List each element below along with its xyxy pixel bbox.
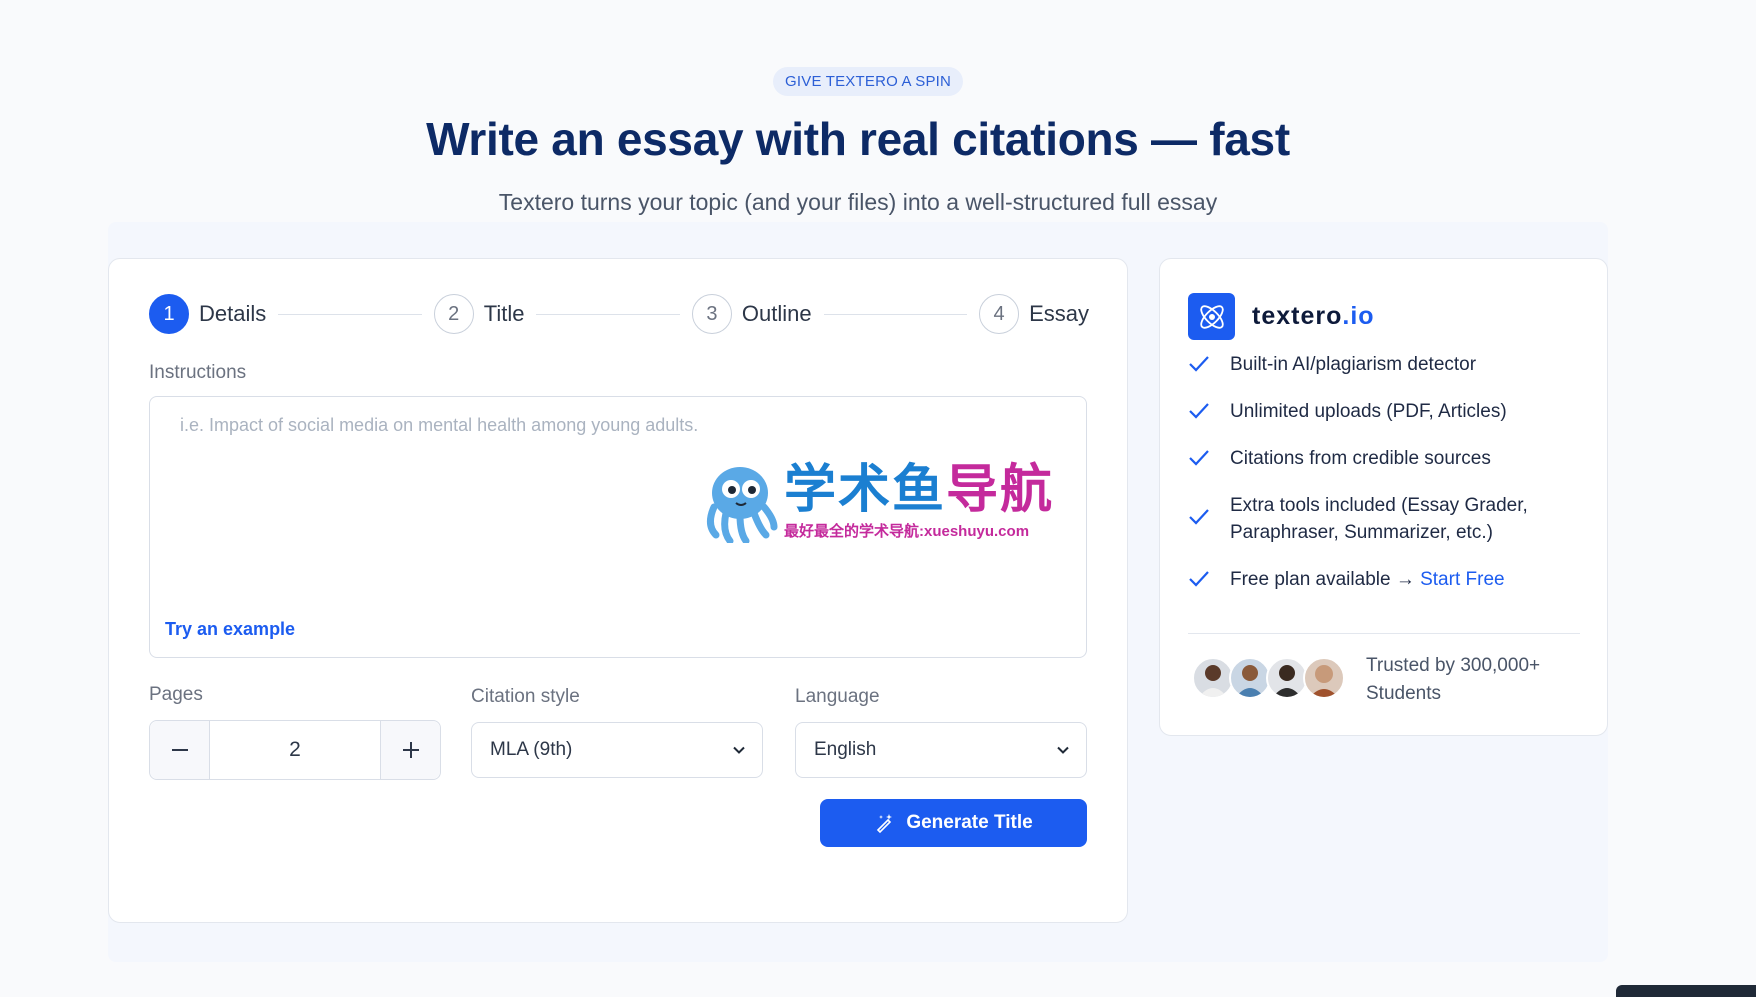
checkmark-icon bbox=[1189, 571, 1209, 587]
avatar bbox=[1229, 657, 1271, 699]
trusted-by-text: Trusted by 300,000+ Students bbox=[1366, 655, 1541, 704]
brand[interactable]: textero.io bbox=[1188, 293, 1375, 340]
checkmark-icon bbox=[1189, 403, 1209, 419]
list-item: Built-in AI/plagiarism detector bbox=[1188, 351, 1583, 378]
watermark-logo: 学术鱼导航 最好最全的学术导航:xueshuyu.com bbox=[700, 457, 1070, 547]
list-item: Citations from credible sources bbox=[1188, 445, 1583, 472]
step-title[interactable]: 2 Title bbox=[433, 294, 525, 334]
try-example-link[interactable]: Try an example bbox=[165, 619, 295, 640]
watermark-title: 学术鱼导航 bbox=[784, 460, 1055, 519]
atom-logo-icon bbox=[1188, 293, 1235, 340]
feature-text: Unlimited uploads (PDF, Articles) bbox=[1230, 401, 1507, 422]
list-item: Free plan available → Start Free bbox=[1188, 566, 1583, 593]
language-value: English bbox=[814, 739, 877, 760]
pages-label: Pages bbox=[149, 684, 203, 705]
generate-title-button[interactable]: Generate Title bbox=[820, 799, 1087, 847]
step-connector bbox=[823, 313, 968, 315]
chevron-down-icon bbox=[1057, 746, 1069, 754]
citation-style-select[interactable]: MLA (9th) bbox=[471, 722, 763, 778]
corner-widget[interactable] bbox=[1616, 985, 1756, 997]
citation-style-label: Citation style bbox=[471, 686, 580, 707]
generate-title-label: Generate Title bbox=[906, 812, 1033, 833]
step-label: Details bbox=[199, 301, 267, 326]
octopus-icon bbox=[707, 467, 778, 543]
feature-text: Built-in AI/plagiarism detector bbox=[1230, 354, 1477, 375]
step-essay[interactable]: 4 Essay bbox=[979, 294, 1089, 334]
checkmark-icon bbox=[1189, 509, 1209, 525]
list-item: Unlimited uploads (PDF, Articles) bbox=[1188, 398, 1583, 425]
essay-form-card: 1 Details 2 Title 3 Outline 4 Essay Inst… bbox=[108, 258, 1128, 923]
step-number: 2 bbox=[433, 294, 474, 334]
chevron-down-icon bbox=[733, 746, 745, 754]
step-label: Essay bbox=[1029, 301, 1089, 326]
increment-button[interactable] bbox=[380, 721, 440, 779]
minus-icon bbox=[171, 749, 188, 751]
hero-badge: GIVE TEXTERO A SPIN bbox=[773, 67, 964, 96]
magic-wand-icon bbox=[877, 814, 893, 834]
divider bbox=[1188, 633, 1580, 634]
step-number: 3 bbox=[691, 294, 732, 334]
feature-text: Free plan available → Start Free bbox=[1230, 569, 1505, 590]
progress-stepper: 1 Details 2 Title 3 Outline 4 Essay bbox=[149, 293, 1089, 335]
avatar-group bbox=[1192, 657, 1345, 699]
step-label: Title bbox=[483, 301, 525, 326]
citation-style-value: MLA (9th) bbox=[490, 739, 573, 760]
checkmark-icon bbox=[1189, 450, 1209, 466]
step-label: Outline bbox=[741, 301, 812, 326]
step-connector bbox=[536, 313, 680, 315]
brand-name: textero.io bbox=[1252, 302, 1375, 330]
plus-icon bbox=[402, 742, 419, 758]
avatar bbox=[1192, 657, 1234, 699]
list-item: Extra tools included (Essay Grader, Para… bbox=[1188, 492, 1583, 546]
feature-list: Built-in AI/plagiarism detector Unlimite… bbox=[1188, 351, 1583, 613]
page-subtitle: Textero turns your topic (and your files… bbox=[498, 189, 1218, 215]
language-select[interactable]: English bbox=[795, 722, 1087, 778]
avatar bbox=[1303, 657, 1345, 699]
feature-text: Extra tools included (Essay Grader, Para… bbox=[1230, 495, 1528, 543]
language-label: Language bbox=[795, 686, 880, 707]
instructions-label: Instructions bbox=[149, 362, 247, 383]
watermark-subtitle: 最好最全的学术导航:xueshuyu.com bbox=[784, 522, 1030, 540]
pages-stepper: 2 bbox=[149, 720, 441, 780]
step-connector bbox=[278, 313, 422, 315]
pages-value[interactable]: 2 bbox=[210, 721, 380, 779]
step-details[interactable]: 1 Details bbox=[149, 294, 266, 334]
checkmark-icon bbox=[1189, 356, 1209, 372]
step-outline[interactable]: 3 Outline bbox=[691, 294, 812, 334]
step-number: 1 bbox=[149, 294, 189, 334]
feature-text: Citations from credible sources bbox=[1230, 448, 1491, 469]
start-free-link[interactable]: Start Free bbox=[1420, 569, 1504, 590]
textero-info-card: textero.io Built-in AI/plagiarism detect… bbox=[1159, 258, 1608, 736]
decrement-button[interactable] bbox=[150, 721, 210, 779]
avatar bbox=[1266, 657, 1308, 699]
page-title: Write an essay with real citations — fas… bbox=[426, 113, 1290, 165]
instructions-box: 学术鱼导航 最好最全的学术导航:xueshuyu.com Try an exam… bbox=[149, 396, 1087, 658]
step-number: 4 bbox=[979, 294, 1020, 334]
